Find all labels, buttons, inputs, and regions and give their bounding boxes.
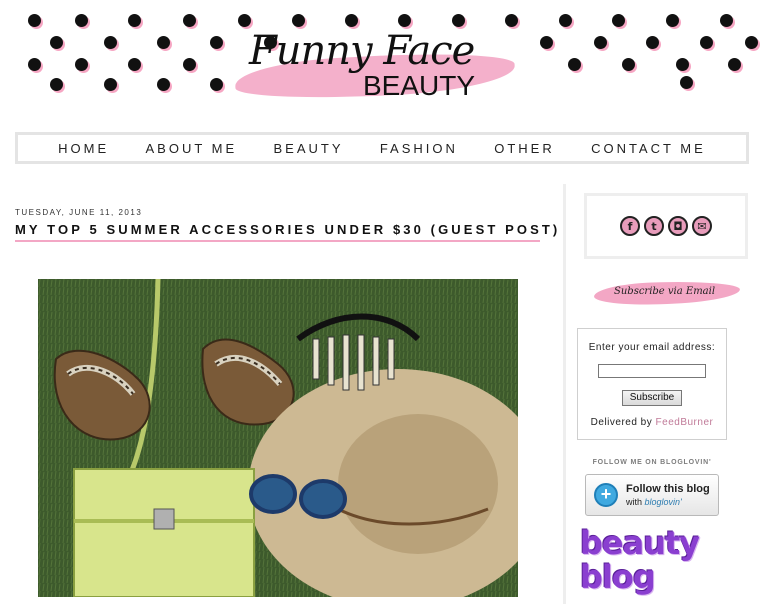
polka-dot	[622, 58, 635, 71]
polka-dot	[568, 58, 581, 71]
beauty-blog-line2: blog	[580, 558, 656, 596]
instagram-icon[interactable]: ◘	[668, 216, 688, 236]
polka-dot	[50, 78, 63, 91]
nav-item-other[interactable]: OTHER	[494, 141, 555, 156]
polka-dot	[104, 78, 117, 91]
polka-dot	[75, 14, 88, 27]
polka-dot	[646, 36, 659, 49]
polka-dot	[505, 14, 518, 27]
polka-dot	[292, 14, 305, 27]
facebook-icon[interactable]: f	[620, 216, 640, 236]
polka-dot	[50, 36, 63, 49]
nav-item-home[interactable]: HOME	[58, 141, 109, 156]
nav-item-contact-me[interactable]: CONTACT ME	[591, 141, 706, 156]
bloglovin-follow-button[interactable]: + Follow this blog with bloglovin'	[585, 474, 719, 516]
nav-item-beauty[interactable]: BEAUTY	[273, 141, 343, 156]
subscribe-banner-text: Subscribe via Email	[614, 286, 716, 297]
post-title[interactable]: MY TOP 5 SUMMER ACCESSORIES UNDER $30 (G…	[15, 222, 557, 242]
nav-item-about-me[interactable]: ABOUT ME	[145, 141, 237, 156]
bloglovin-with: with	[626, 497, 643, 507]
polka-dot	[210, 78, 223, 91]
polka-dot	[28, 58, 41, 71]
polka-dot	[75, 58, 88, 71]
polka-dot	[398, 14, 411, 27]
bloglovin-line2: with bloglovin'	[626, 497, 682, 507]
polka-dot	[745, 36, 758, 49]
polka-dot	[676, 58, 689, 71]
bloglovin-line1: Follow this blog	[626, 483, 710, 495]
accessories-photo	[38, 279, 518, 597]
feedburner-subscribe-box: Enter your email address: Subscribe Deli…	[577, 328, 727, 440]
polka-dot	[559, 14, 572, 27]
polka-dot	[210, 36, 223, 49]
polka-dot	[104, 36, 117, 49]
email-icon[interactable]: ✉	[692, 216, 712, 236]
subscribe-button[interactable]: Subscribe	[622, 390, 682, 406]
polka-dot	[728, 58, 741, 71]
main-navigation: HOME ABOUT ME BEAUTY FASHION OTHER CONTA…	[15, 132, 749, 164]
subscribe-banner: Subscribe via Email	[593, 278, 741, 308]
polka-dot	[700, 36, 713, 49]
email-label: Enter your email address:	[588, 342, 716, 353]
polka-dot	[720, 14, 733, 27]
polka-dot	[666, 14, 679, 27]
nav-item-fashion[interactable]: FASHION	[380, 141, 458, 156]
polka-dot	[612, 14, 625, 27]
plus-icon: +	[594, 483, 618, 507]
polka-dot	[540, 36, 553, 49]
post-image[interactable]	[38, 279, 518, 597]
polka-dot	[452, 14, 465, 27]
polka-dot	[28, 14, 41, 27]
bloglovin-heading: FOLLOW ME ON BLOGLOVIN'	[592, 459, 712, 466]
polka-dot	[128, 58, 141, 71]
twitter-icon[interactable]: t	[644, 216, 664, 236]
polka-dot	[183, 14, 196, 27]
social-icons-box: f t ◘ ✉	[584, 193, 748, 259]
polka-dot	[128, 14, 141, 27]
polka-dot	[345, 14, 358, 27]
delivered-prefix: Delivered by	[590, 417, 653, 428]
beauty-blog-line1: beauty	[580, 528, 700, 562]
site-logo[interactable]: Funny Face BEAUTY	[234, 28, 525, 108]
polka-dot	[238, 14, 251, 27]
polka-dot	[680, 76, 693, 89]
logo-subtitle: BEAUTY	[363, 70, 476, 101]
polka-dot	[157, 36, 170, 49]
site-header: Funny Face BEAUTY	[0, 0, 761, 125]
bloglovin-brand: bloglovin'	[644, 497, 682, 507]
polka-dot	[183, 58, 196, 71]
beauty-blog-badge[interactable]: beauty blog	[578, 528, 718, 604]
polka-dot	[594, 36, 607, 49]
post-date: TUESDAY, JUNE 11, 2013	[15, 208, 143, 217]
feedburner-link[interactable]: FeedBurner	[656, 417, 714, 428]
email-field[interactable]	[598, 364, 706, 378]
polka-dot	[157, 78, 170, 91]
sidebar-divider	[563, 184, 566, 604]
delivered-by-text: Delivered by FeedBurner	[578, 417, 726, 428]
logo-title: Funny Face	[249, 28, 475, 74]
